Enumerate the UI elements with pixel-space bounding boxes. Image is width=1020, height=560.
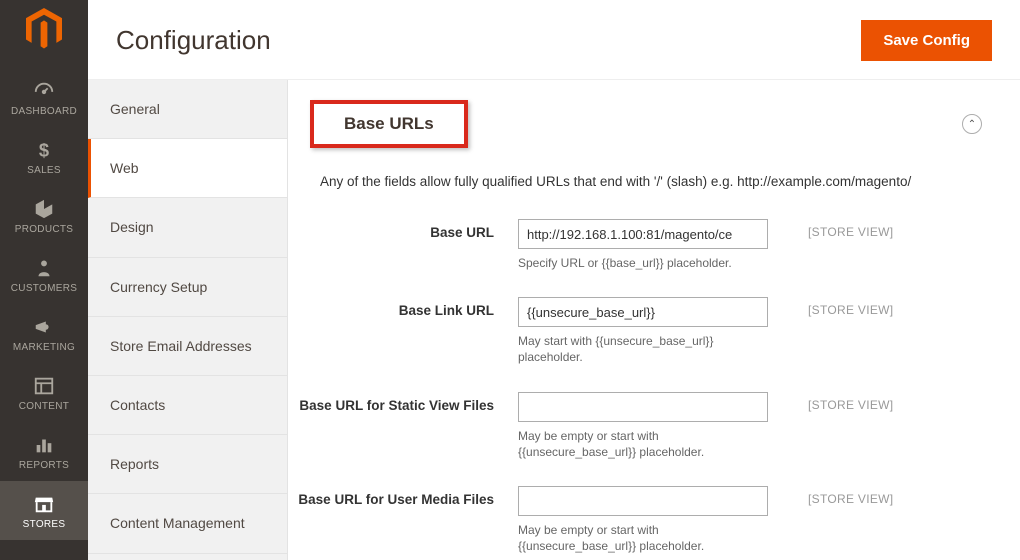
dashboard-icon	[33, 80, 55, 102]
field-scope: [STORE VIEW]	[768, 219, 992, 271]
svg-text:$: $	[39, 139, 49, 160]
chevron-up-icon: ⌃	[968, 119, 976, 130]
field-base-static-url: Base URL for Static View Files May be em…	[288, 384, 992, 478]
main-column: Configuration Save Config General Web De…	[88, 0, 1020, 560]
base-media-url-input[interactable]	[518, 486, 768, 516]
nav-label: PRODUCTS	[15, 224, 74, 235]
magento-logo	[26, 8, 62, 50]
nav-label: DASHBOARD	[11, 106, 77, 117]
field-hint: May be empty or start with {{unsecure_ba…	[518, 522, 768, 554]
field-base-link-url: Base Link URL May start with {{unsecure_…	[288, 289, 992, 383]
page-header: Configuration Save Config	[88, 0, 1020, 80]
base-static-url-input[interactable]	[518, 392, 768, 422]
field-control: May be empty or start with {{unsecure_ba…	[518, 392, 768, 460]
nav-label: STORES	[23, 519, 66, 530]
base-url-input[interactable]	[518, 219, 768, 249]
section-title: Base URLs	[344, 114, 434, 134]
layout-icon	[33, 375, 55, 397]
field-control: Specify URL or {{base_url}} placeholder.	[518, 219, 768, 271]
nav-label: REPORTS	[19, 460, 69, 471]
save-config-button[interactable]: Save Config	[861, 20, 992, 61]
megaphone-icon	[33, 316, 55, 338]
section-header: Base URLs ⌃	[288, 100, 992, 160]
field-hint: May be empty or start with {{unsecure_ba…	[518, 428, 768, 460]
section-title-highlight: Base URLs	[310, 100, 468, 148]
fields-container: Base URL Specify URL or {{base_url}} pla…	[288, 211, 992, 560]
config-nav-content-mgmt[interactable]: Content Management	[88, 494, 287, 553]
dollar-icon: $	[33, 139, 55, 161]
nav-sales[interactable]: $ SALES	[0, 127, 88, 186]
config-nav-general[interactable]: General	[88, 80, 287, 139]
field-scope: [STORE VIEW]	[768, 486, 992, 554]
config-nav-reports[interactable]: Reports	[88, 435, 287, 494]
field-label: Base URL for User Media Files	[288, 486, 518, 554]
collapse-toggle[interactable]: ⌃	[962, 114, 982, 134]
config-nav-design[interactable]: Design	[88, 198, 287, 257]
section-description: Any of the fields allow fully qualified …	[288, 160, 992, 211]
config-nav-web[interactable]: Web	[88, 139, 287, 198]
nav-dashboard[interactable]: DASHBOARD	[0, 68, 88, 127]
nav-label: SALES	[27, 165, 61, 176]
field-label: Base URL for Static View Files	[288, 392, 518, 460]
nav-reports[interactable]: REPORTS	[0, 422, 88, 481]
content-row: General Web Design Currency Setup Store …	[88, 80, 1020, 560]
base-link-url-input[interactable]	[518, 297, 768, 327]
nav-stores[interactable]: STORES	[0, 481, 88, 540]
nav-label: CUSTOMERS	[11, 283, 77, 294]
config-nav-currency[interactable]: Currency Setup	[88, 258, 287, 317]
field-label: Base URL	[288, 219, 518, 271]
store-icon	[33, 493, 55, 515]
field-base-media-url: Base URL for User Media Files May be emp…	[288, 478, 992, 560]
field-base-url: Base URL Specify URL or {{base_url}} pla…	[288, 211, 992, 289]
nav-products[interactable]: PRODUCTS	[0, 186, 88, 245]
nav-label: CONTENT	[19, 401, 69, 412]
person-icon	[33, 257, 55, 279]
field-scope: [STORE VIEW]	[768, 392, 992, 460]
field-control: May be empty or start with {{unsecure_ba…	[518, 486, 768, 554]
nav-customers[interactable]: CUSTOMERS	[0, 245, 88, 304]
field-hint: May start with {{unsecure_base_url}} pla…	[518, 333, 768, 365]
config-nav-contacts[interactable]: Contacts	[88, 376, 287, 435]
field-scope: [STORE VIEW]	[768, 297, 992, 365]
field-hint: Specify URL or {{base_url}} placeholder.	[518, 255, 768, 271]
nav-label: MARKETING	[13, 342, 75, 353]
field-control: May start with {{unsecure_base_url}} pla…	[518, 297, 768, 365]
field-label: Base Link URL	[288, 297, 518, 365]
config-sidebar: General Web Design Currency Setup Store …	[88, 80, 288, 560]
admin-nav-rail: DASHBOARD $ SALES PRODUCTS CUSTOMERS MAR…	[0, 0, 88, 560]
nav-marketing[interactable]: MARKETING	[0, 304, 88, 363]
bars-icon	[33, 434, 55, 456]
page-title: Configuration	[116, 25, 271, 56]
nav-content[interactable]: CONTENT	[0, 363, 88, 422]
config-nav-store-email[interactable]: Store Email Addresses	[88, 317, 287, 376]
box-icon	[33, 198, 55, 220]
form-area: Base URLs ⌃ Any of the fields allow full…	[288, 80, 1020, 560]
